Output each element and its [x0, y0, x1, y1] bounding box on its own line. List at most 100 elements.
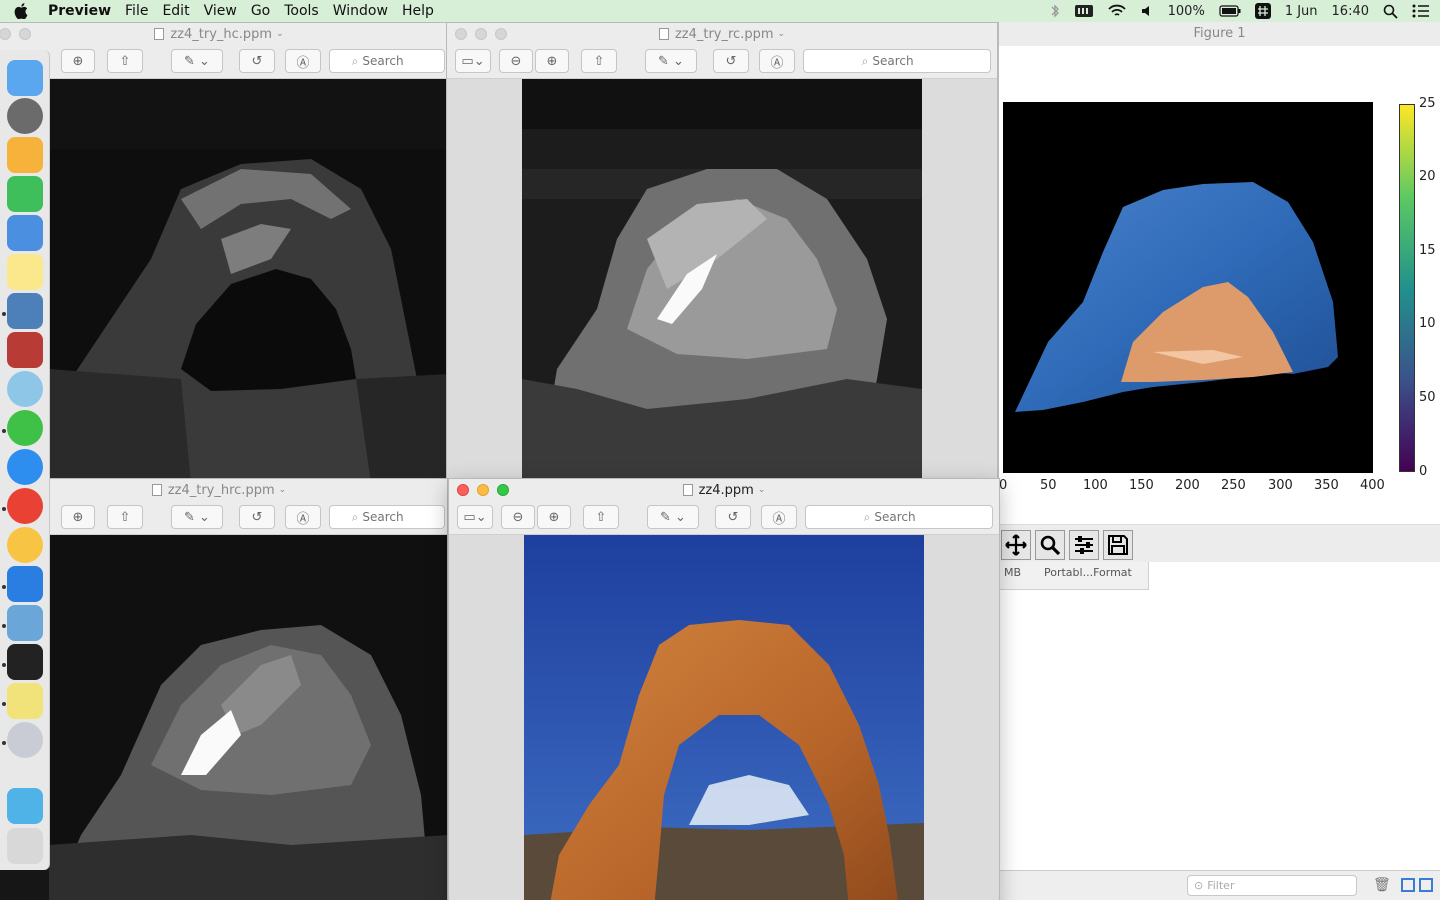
search-input[interactable] [362, 54, 423, 68]
spotlight-icon[interactable] [1383, 4, 1398, 19]
view-toggle-icon[interactable] [1401, 878, 1415, 892]
menu-help[interactable]: Help [402, 3, 434, 19]
share-button[interactable]: ⇧ [107, 49, 143, 73]
annotate-button[interactable]: Ⓐ [285, 49, 321, 73]
zoom-out-button[interactable]: ⊖ [501, 505, 535, 529]
markup-button[interactable]: ✎ ⌄ [171, 49, 223, 73]
wifi-icon[interactable] [1107, 4, 1126, 18]
python-launcher-icon[interactable] [7, 605, 43, 641]
trash-icon[interactable] [7, 828, 43, 864]
pan-icon[interactable] [1001, 530, 1031, 560]
keynote-icon[interactable] [7, 215, 43, 251]
rotate-button[interactable]: ↺ [715, 505, 751, 529]
bluetooth-icon[interactable] [1050, 4, 1060, 18]
menu-window[interactable]: Window [333, 3, 388, 19]
view-toggle-alt-icon[interactable] [1419, 878, 1433, 892]
clock-date[interactable]: 1 Jun [1285, 4, 1318, 19]
battery-percent[interactable]: 100% [1168, 4, 1205, 19]
minimize-button[interactable] [475, 28, 487, 40]
zoom-button[interactable] [497, 484, 509, 496]
safari-icon[interactable] [7, 449, 43, 485]
menu-edit[interactable]: Edit [162, 3, 189, 19]
document-canvas[interactable] [449, 535, 999, 900]
memory-monitor-icon[interactable] [1074, 4, 1094, 18]
zoom-in-button[interactable]: ⊕ [61, 505, 95, 529]
zoom-out-button[interactable]: ⊖ [499, 49, 533, 73]
close-button[interactable] [455, 28, 467, 40]
document-canvas[interactable] [0, 79, 447, 481]
dictionary-icon[interactable] [7, 332, 43, 368]
clock-time[interactable]: 16:40 [1332, 4, 1369, 19]
share-button[interactable]: ⇧ [583, 505, 619, 529]
document-canvas[interactable] [447, 79, 997, 481]
chevron-down-icon[interactable]: ⌄ [778, 29, 786, 39]
share-button[interactable]: ⇧ [107, 505, 143, 529]
menu-view[interactable]: View [204, 3, 237, 19]
search-input[interactable] [872, 54, 933, 68]
menu-app-name[interactable]: Preview [48, 3, 111, 19]
sidebar-button[interactable]: ▭⌄ [457, 505, 493, 529]
minimize-button[interactable] [477, 484, 489, 496]
trash-small-icon[interactable]: 🗑︎ [1373, 877, 1391, 893]
close-button[interactable] [457, 484, 469, 496]
menu-file[interactable]: File [125, 3, 148, 19]
zoom-rect-icon[interactable] [1035, 530, 1065, 560]
save-figure-icon[interactable] [1103, 530, 1133, 560]
preview-icon[interactable] [7, 293, 43, 329]
close-button[interactable] [0, 28, 11, 40]
notification-center-icon[interactable] [1412, 4, 1430, 18]
menu-go[interactable]: Go [251, 3, 270, 19]
zoom-in-button[interactable]: ⊕ [61, 49, 95, 73]
chrome-icon[interactable] [7, 488, 43, 524]
search-input[interactable] [362, 510, 423, 524]
photos-icon[interactable] [7, 527, 43, 563]
window-title[interactable]: zz4_try_hrc.ppm [168, 483, 275, 498]
zoom-button[interactable] [495, 28, 507, 40]
annotate-button[interactable]: Ⓐ [759, 49, 795, 73]
downloads-folder-icon[interactable] [7, 788, 43, 824]
wechat-icon[interactable] [7, 410, 43, 446]
window-title[interactable]: zz4_try_hc.ppm [170, 27, 272, 42]
rotate-button[interactable]: ↺ [713, 49, 749, 73]
search-input[interactable] [874, 510, 935, 524]
share-button[interactable]: ⇧ [581, 49, 617, 73]
launchpad-icon[interactable] [7, 722, 43, 758]
filter-field[interactable]: ⊙ Filter [1187, 875, 1357, 896]
search-field[interactable]: ⌕ [329, 505, 445, 529]
chevron-down-icon[interactable]: ⌄ [758, 485, 766, 495]
annotate-button[interactable]: Ⓐ [761, 505, 797, 529]
chevron-down-icon[interactable]: ⌄ [279, 485, 287, 495]
configure-subplots-icon[interactable] [1069, 530, 1099, 560]
numbers-icon[interactable] [7, 176, 43, 212]
document-canvas[interactable] [0, 535, 447, 900]
rotate-button[interactable]: ↺ [239, 49, 275, 73]
finder-icon[interactable] [7, 60, 43, 96]
xcode-icon[interactable] [7, 566, 43, 602]
markup-button[interactable]: ✎ ⌄ [171, 505, 223, 529]
zoom-in-button[interactable]: ⊕ [537, 505, 571, 529]
chevron-down-icon[interactable]: ⌄ [276, 29, 284, 39]
figure-axes-image[interactable] [1003, 102, 1373, 472]
apple-menu-icon[interactable] [14, 3, 34, 19]
hashtag-app-icon[interactable] [1254, 3, 1271, 19]
notes-icon[interactable] [7, 254, 43, 290]
maps-search-icon[interactable] [7, 371, 43, 407]
zoom-in-button[interactable]: ⊕ [535, 49, 569, 73]
battery-icon[interactable] [1219, 5, 1241, 17]
file-list-row[interactable]: MB Portabl...Format [999, 562, 1149, 590]
markup-button[interactable]: ✎ ⌄ [647, 505, 699, 529]
volume-icon[interactable] [1140, 4, 1154, 18]
search-field[interactable]: ⌕ [803, 49, 991, 73]
minimize-button[interactable] [19, 28, 31, 40]
terminal-icon[interactable] [7, 644, 43, 680]
menu-tools[interactable]: Tools [284, 3, 319, 19]
stickies-icon[interactable] [7, 683, 43, 719]
sidebar-button[interactable]: ▭⌄ [455, 49, 491, 73]
rotate-button[interactable]: ↺ [239, 505, 275, 529]
search-field[interactable]: ⌕ [329, 49, 445, 73]
window-title[interactable]: zz4_try_rc.ppm [675, 27, 774, 42]
annotate-button[interactable]: Ⓐ [285, 505, 321, 529]
system-preferences-icon[interactable] [7, 98, 43, 134]
markup-button[interactable]: ✎ ⌄ [645, 49, 697, 73]
window-title[interactable]: zz4.ppm [699, 483, 754, 498]
